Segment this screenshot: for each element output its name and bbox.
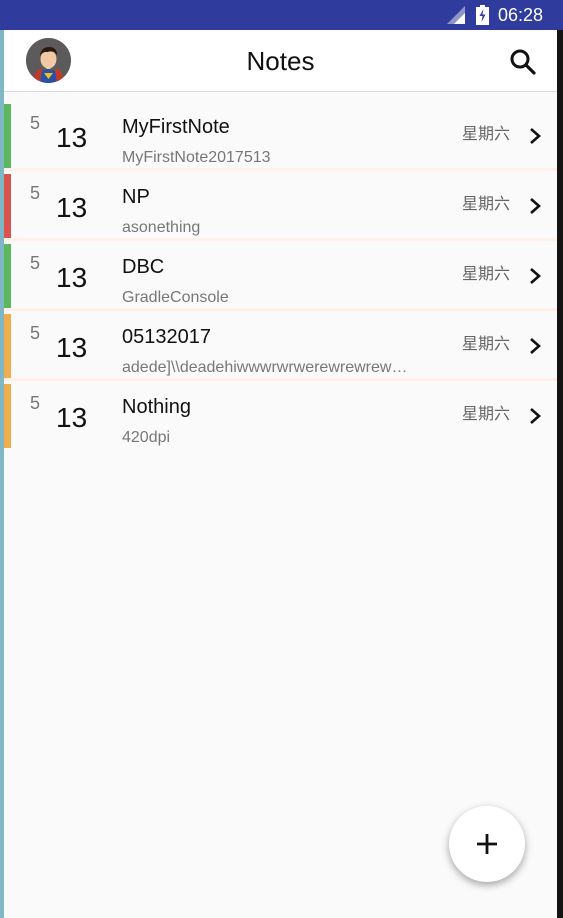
note-day: 13 [56, 192, 88, 223]
color-tag [4, 314, 11, 378]
note-title: 05132017 [122, 326, 211, 348]
add-note-button[interactable] [449, 806, 525, 882]
color-tag [4, 174, 11, 238]
chevron-right-icon [530, 128, 541, 144]
note-weekday: 星期六 [462, 266, 511, 283]
note-weekday: 星期六 [462, 196, 511, 213]
status-bar: 06:28 [0, 0, 563, 30]
note-subtitle: asonething [122, 219, 201, 236]
note-weekday: 星期六 [462, 126, 511, 143]
note-subtitle: 420dpi [122, 429, 171, 446]
note-list: 5 13 MyFirstNote MyFirstNote2017513 星期六 … [4, 104, 557, 454]
app-bar: Notes [4, 30, 557, 92]
color-tag [4, 244, 11, 308]
note-title: Nothing [122, 396, 191, 418]
note-day: 13 [56, 262, 88, 293]
note-day: 13 [56, 332, 88, 363]
note-month: 5 [30, 183, 41, 203]
note-subtitle: GradleConsole [122, 289, 229, 306]
color-tag [4, 104, 11, 168]
note-month: 5 [30, 323, 41, 343]
note-row[interactable]: 5 13 Nothing 420dpi 星期六 [4, 384, 557, 451]
note-day: 13 [56, 122, 88, 153]
note-weekday: 星期六 [462, 406, 511, 423]
note-title: MyFirstNote [122, 116, 230, 138]
chevron-right-icon [530, 198, 541, 214]
chevron-right-icon [530, 338, 541, 354]
search-button[interactable] [509, 48, 537, 76]
search-icon [510, 49, 536, 75]
color-tag [4, 384, 11, 448]
chevron-right-icon [530, 268, 541, 284]
note-row[interactable]: 5 13 MyFirstNote MyFirstNote2017513 星期六 [4, 104, 557, 171]
screen-edge [557, 0, 563, 918]
note-month: 5 [30, 253, 41, 273]
battery-charging-icon [476, 5, 489, 25]
note-month: 5 [30, 393, 41, 413]
note-subtitle: adede]\\deadehiwwwrwrwerewrewrewre... [122, 359, 412, 376]
page-title: Notes [246, 46, 315, 76]
signal-icon [447, 6, 465, 24]
plus-icon [477, 834, 497, 854]
app-screen: Notes 5 13 MyFirstNote MyFirstNote201751… [4, 0, 557, 918]
note-day: 13 [56, 402, 88, 433]
note-row[interactable]: 5 13 05132017 adede]\\deadehiwwwrwrwerew… [4, 314, 557, 381]
note-title: NP [122, 186, 150, 208]
status-time: 06:28 [498, 5, 544, 25]
note-title: DBC [122, 256, 165, 278]
note-row[interactable]: 5 13 NP asonething 星期六 [4, 174, 557, 241]
note-subtitle: MyFirstNote2017513 [122, 149, 271, 166]
note-month: 5 [30, 113, 41, 133]
chevron-right-icon [530, 408, 541, 424]
note-weekday: 星期六 [462, 336, 511, 353]
note-row[interactable]: 5 13 DBC GradleConsole 星期六 [4, 244, 557, 311]
